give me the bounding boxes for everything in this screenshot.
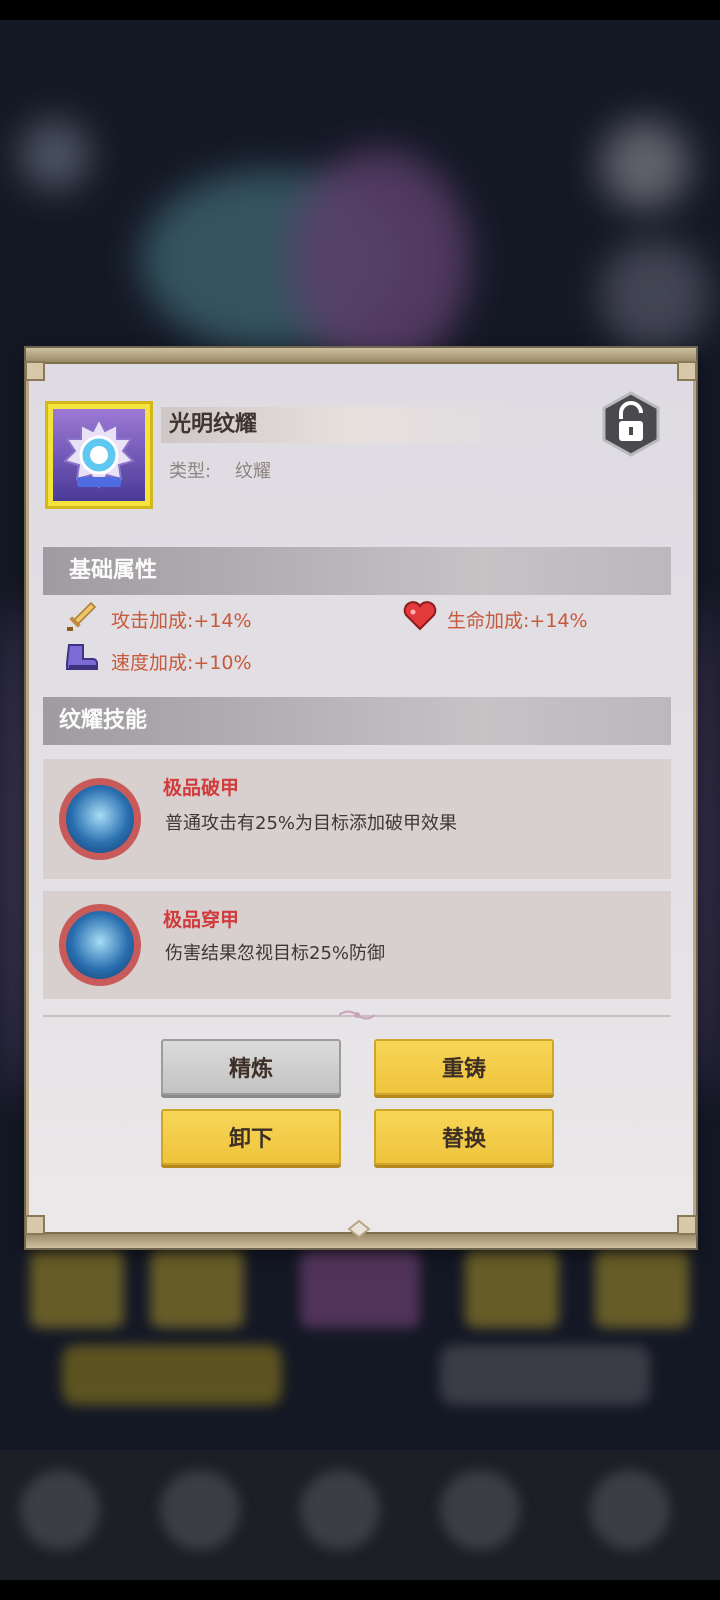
skill-name: 极品破甲: [163, 777, 240, 799]
replace-button[interactable]: 替换: [374, 1109, 554, 1165]
skill-name: 极品穿甲: [163, 909, 240, 931]
skill-card: 极品穿甲 伤害结果忽视目标25%防御: [43, 891, 671, 999]
item-title: 光明纹耀: [169, 412, 258, 437]
boot-icon: [66, 644, 98, 670]
unequip-button[interactable]: 卸下: [161, 1109, 341, 1165]
panel-top-border: [26, 348, 696, 364]
attack-bonus-text: 攻击加成:+14%: [111, 610, 252, 632]
item-emblem-icon: [45, 401, 153, 509]
divider-ornament-icon: [339, 1010, 375, 1020]
recast-button[interactable]: 重铸: [374, 1039, 554, 1095]
item-detail-panel: 光明纹耀 类型: 纹耀 基础属性 攻击加成:+14% 生命加成:+14% 速度加…: [25, 348, 697, 1248]
skill-description: 伤害结果忽视目标25%防御: [165, 943, 386, 964]
armor-break-icon: [59, 778, 141, 860]
sword-icon: [67, 601, 97, 631]
bottom-ornament-icon: [347, 1219, 371, 1239]
refine-button[interactable]: 精炼: [161, 1039, 341, 1095]
unlock-icon[interactable]: [601, 391, 661, 457]
light-emblem-icon: [63, 416, 135, 489]
heart-icon: [403, 601, 437, 631]
emblem-skills-header: 纹耀技能: [43, 697, 671, 745]
corner-ornament: [25, 361, 45, 381]
skill-card: 极品破甲 普通攻击有25%为目标添加破甲效果: [43, 759, 671, 879]
corner-ornament: [677, 361, 697, 381]
item-type-value: 纹耀: [235, 461, 271, 482]
corner-ornament: [677, 1215, 697, 1235]
speed-bonus-text: 速度加成:+10%: [111, 652, 252, 674]
item-type-label: 类型:: [169, 461, 212, 482]
skill-description: 普通攻击有25%为目标添加破甲效果: [165, 813, 458, 834]
corner-ornament: [25, 1215, 45, 1235]
divider: [43, 1010, 671, 1020]
armor-pierce-icon: [59, 904, 141, 986]
basic-attributes-header: 基础属性: [43, 547, 671, 595]
health-bonus-text: 生命加成:+14%: [447, 610, 588, 632]
